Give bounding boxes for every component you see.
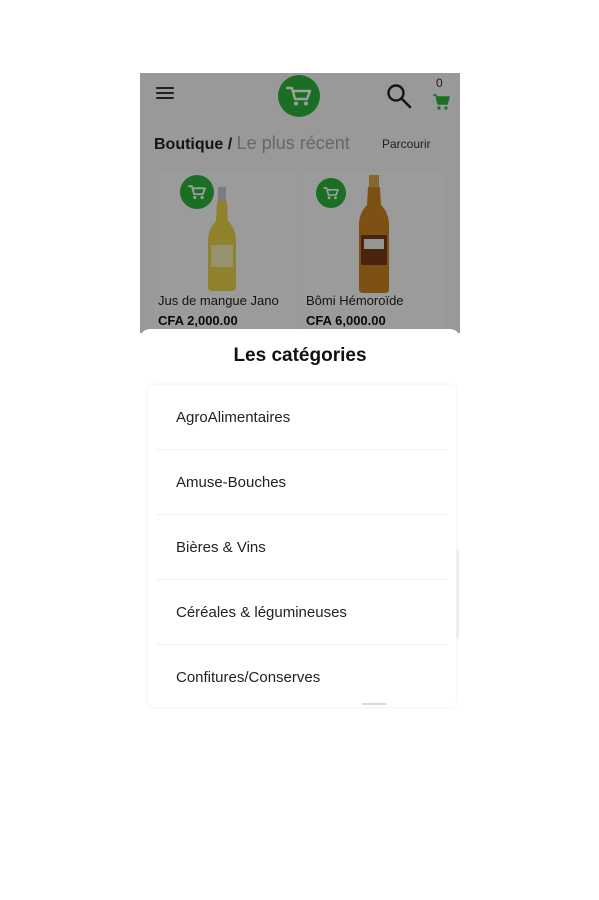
hamburger-icon[interactable] <box>156 87 174 101</box>
product-card[interactable]: Bômi Hémoroïde CFA 6,000.00 <box>302 173 444 333</box>
shop-screen: 0 Boutique / Le plus récent Parcourir Ju… <box>140 73 460 333</box>
page: 0 Boutique / Le plus récent Parcourir Ju… <box>0 0 599 900</box>
product-name: Bômi Hémoroïde <box>306 293 404 308</box>
breadcrumb-current: Le plus récent <box>236 133 350 153</box>
phone-screen: 0 Boutique / Le plus récent Parcourir Ju… <box>140 73 460 713</box>
cart-badge-icon[interactable] <box>180 175 214 209</box>
product-price: CFA 2,000.00 <box>158 313 238 328</box>
browse-link[interactable]: Parcourir <box>382 137 431 151</box>
search-icon[interactable] <box>386 83 412 109</box>
category-item-amuse-bouches[interactable]: Amuse-Bouches <box>156 450 448 515</box>
breadcrumb-separator: / <box>223 136 237 153</box>
product-card[interactable]: Jus de mangue Jano CFA 2,000.00 <box>154 173 296 333</box>
cart-icon[interactable] <box>432 93 450 111</box>
cart-logo-icon[interactable] <box>278 75 320 117</box>
categories-sheet: Les catégories AgroAlimentaires Amuse-Bo… <box>140 329 460 713</box>
product-price: CFA 6,000.00 <box>306 313 386 328</box>
category-list: AgroAlimentaires Amuse-Bouches Bières & … <box>148 385 456 707</box>
category-item-confitures-conserves[interactable]: Confitures/Conserves <box>156 645 448 707</box>
breadcrumb: Boutique / Le plus récent <box>154 133 350 154</box>
scrollbar[interactable] <box>456 549 459 639</box>
product-image <box>359 175 389 293</box>
breadcrumb-shop[interactable]: Boutique <box>154 136 223 153</box>
category-item-bieres-vins[interactable]: Bières & Vins <box>156 515 448 580</box>
category-item-cereales-legumineuses[interactable]: Céréales & légumineuses <box>156 580 448 645</box>
cart-badge-icon[interactable] <box>316 178 346 208</box>
category-item-agroalimentaires[interactable]: AgroAlimentaires <box>156 385 448 450</box>
cart-count-badge: 0 <box>436 76 443 90</box>
scroll-indicator[interactable] <box>362 703 386 705</box>
product-name: Jus de mangue Jano <box>158 293 279 308</box>
sheet-title: Les catégories <box>233 345 367 366</box>
